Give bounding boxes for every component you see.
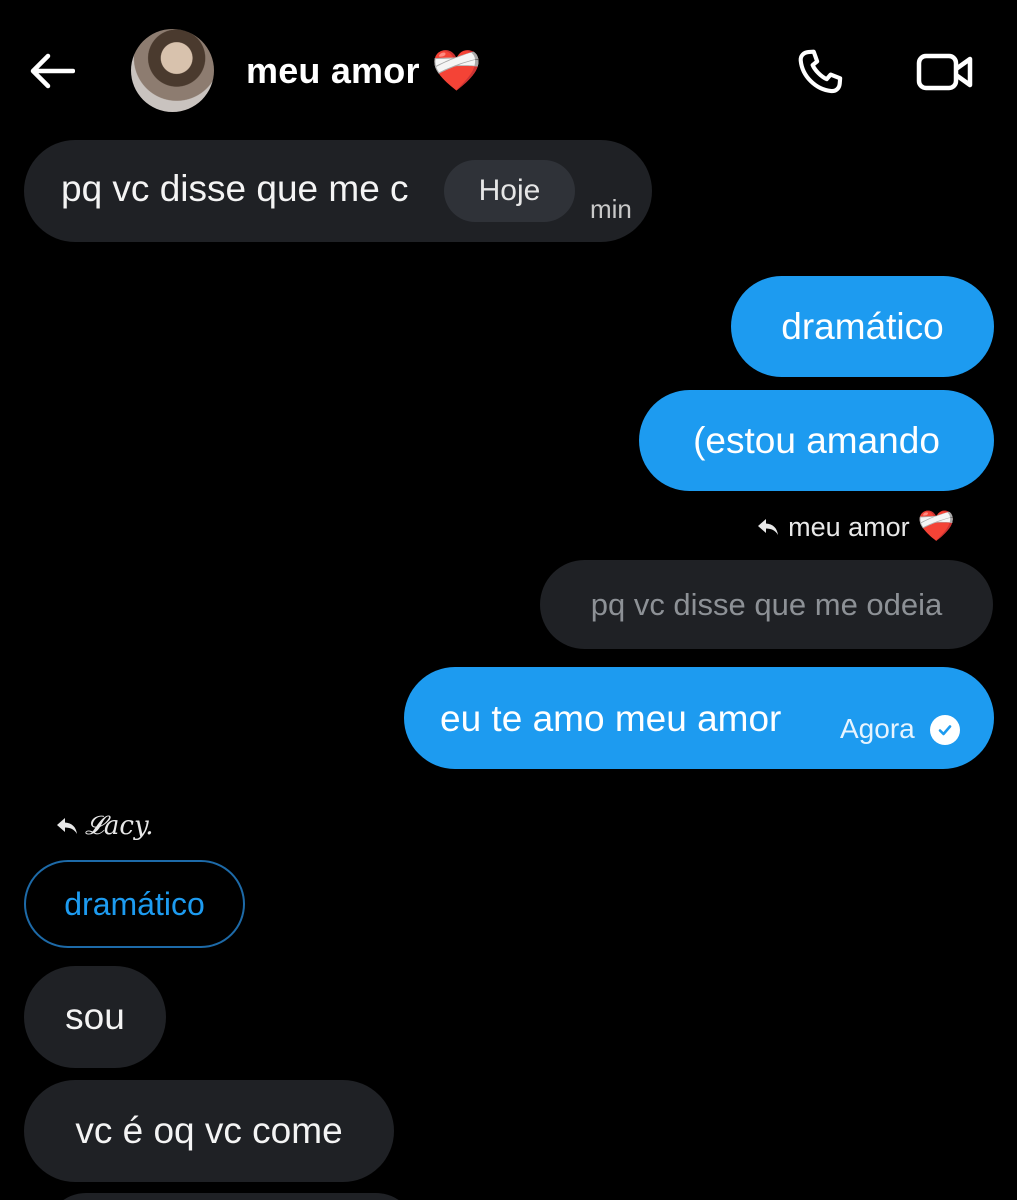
quoted-message[interactable]: dramático — [24, 860, 245, 948]
message-bubble-outgoing[interactable]: dramático — [731, 276, 994, 377]
date-separator: Hoje — [444, 160, 575, 222]
back-button[interactable] — [26, 48, 78, 94]
read-check-icon — [930, 715, 960, 745]
avatar[interactable] — [131, 29, 214, 112]
reply-to-name: 𝓛acy. — [85, 810, 154, 841]
conversation-title[interactable]: meu amor ❤️‍🩹 — [246, 48, 482, 94]
message-bubble-incoming[interactable]: vc é oq vc come — [24, 1080, 394, 1182]
video-camera-icon — [916, 53, 973, 91]
reply-to-name: meu amor — [788, 511, 910, 542]
quoted-message[interactable]: pq vc disse que me odeia — [540, 560, 993, 649]
mending-heart-emoji: ❤️‍🩹 — [917, 510, 955, 543]
reply-arrow-icon — [758, 519, 779, 535]
message-time: min — [590, 194, 632, 224]
message-text: pq vc disse que me c — [61, 168, 409, 209]
dm-conversation-screen: meu amor ❤️‍🩹 pq vc disse que me c min H… — [0, 0, 1017, 1200]
message-bubble-outgoing[interactable]: (estou amando — [639, 390, 994, 491]
message-time: Agora — [840, 713, 915, 744]
reply-context-label: meu amor ❤️‍🩹 — [756, 505, 955, 549]
video-call-button[interactable] — [910, 44, 980, 100]
reply-arrow-icon — [57, 818, 77, 834]
message-text: (estou amando — [693, 419, 940, 461]
voice-call-button[interactable] — [790, 44, 850, 100]
message-text: vc é oq vc come — [75, 1110, 343, 1151]
message-text: eu te amo meu amor — [440, 698, 782, 739]
message-bubble-incoming-partial[interactable] — [46, 1193, 416, 1200]
reply-context-label: 𝓛acy. — [55, 806, 153, 846]
arrow-left-icon — [30, 53, 75, 89]
message-bubble-outgoing[interactable]: eu te amo meu amor Agora — [404, 667, 994, 769]
message-text: dramático — [781, 305, 944, 347]
message-bubble-incoming[interactable]: sou — [24, 966, 166, 1068]
mending-heart-emoji: ❤️‍🩹 — [431, 49, 482, 93]
phone-icon — [798, 49, 843, 94]
message-text: sou — [65, 996, 125, 1037]
conversation-name: meu amor — [246, 50, 420, 91]
